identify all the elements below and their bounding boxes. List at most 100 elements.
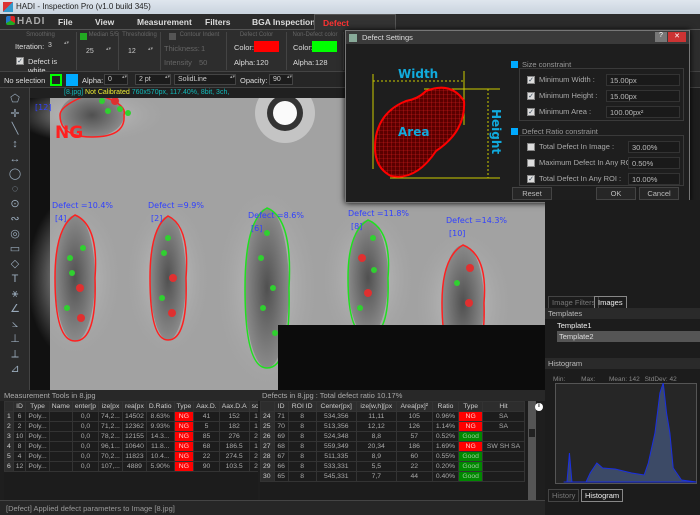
constraint-value-spinner[interactable]: 30.00% bbox=[628, 141, 680, 153]
table-row[interactable]: 27 68 8 559,349 20,34 186 1.69% NG SW SH SA bbox=[260, 441, 525, 452]
vertical-measure-icon[interactable]: ↕ bbox=[8, 137, 22, 151]
column-header[interactable]: Type bbox=[458, 401, 483, 412]
arc-tool-icon[interactable]: ∾ bbox=[8, 212, 22, 226]
point-tool-icon[interactable]: ✛ bbox=[8, 107, 22, 121]
tab-history[interactable]: History bbox=[548, 489, 580, 502]
angle-tool-icon[interactable]: ∠ bbox=[8, 302, 22, 316]
rectangle-tool-icon[interactable]: ▭ bbox=[8, 242, 22, 256]
defect-alpha-spinner[interactable]: 120 bbox=[256, 58, 269, 67]
median-spinner[interactable]: 25 bbox=[83, 46, 111, 58]
alpha-spinner[interactable]: 0 bbox=[104, 74, 128, 85]
column-header[interactable]: ize[px bbox=[98, 401, 123, 412]
table-row[interactable]: 3 10 Poly... 0,0 78,2... 12155 14.3... NG 85 276 2… bbox=[4, 431, 258, 442]
ratio-constraint-toggle[interactable] bbox=[511, 128, 518, 135]
column-header[interactable]: ID bbox=[273, 401, 289, 412]
circle-3pt-icon[interactable]: ◌ bbox=[8, 182, 22, 196]
nondefect-color-swatch[interactable] bbox=[312, 41, 337, 52]
ok-button[interactable]: OK bbox=[596, 187, 636, 200]
size-constraint-toggle[interactable] bbox=[511, 61, 518, 68]
constraint-checkbox[interactable] bbox=[527, 159, 535, 167]
table-row[interactable]: 5 4 Poly... 0,0 70,2... 11823 10.4... NG 22 274.5… bbox=[4, 451, 258, 462]
template-item-selected[interactable]: Template2 bbox=[557, 331, 700, 342]
defect-white-checkbox[interactable]: ✓ bbox=[16, 57, 24, 65]
circle-tool-icon[interactable]: ◯ bbox=[8, 167, 22, 181]
column-header[interactable]: ID bbox=[12, 401, 27, 412]
pad-2[interactable]: Defect =9.9% [2] bbox=[124, 197, 212, 359]
table-row[interactable]: 4 8 Poly... 0,0 96,1... 10640 11.8... NG 68 186.5… bbox=[4, 441, 258, 452]
menu-bga-inspection[interactable]: BGA Inspection bbox=[252, 17, 315, 27]
constraint-value-spinner[interactable]: 0.50% bbox=[628, 157, 680, 169]
angle2-tool-icon[interactable]: ⦣ bbox=[8, 317, 22, 331]
constraint-value-spinner[interactable]: 15.00px bbox=[606, 74, 680, 86]
column-header[interactable]: Area[px]² bbox=[395, 401, 433, 412]
menu-filters[interactable]: Filters bbox=[205, 17, 231, 27]
menu-file[interactable]: File bbox=[58, 17, 73, 27]
column-header[interactable]: ROI ID bbox=[287, 401, 317, 412]
table-row[interactable]: 30 65 8 545,331 7,7 44 0.40% Good bbox=[260, 471, 525, 482]
ruler-tool-icon[interactable]: ⊿ bbox=[8, 362, 22, 376]
threshold-spinner[interactable]: 12 bbox=[125, 46, 153, 58]
caliper-tool-icon[interactable]: ⊥ bbox=[8, 332, 22, 346]
dialog-close-button[interactable]: ✕ bbox=[668, 32, 686, 42]
intensity-spinner[interactable]: 50 bbox=[199, 58, 207, 67]
column-header[interactable] bbox=[260, 401, 275, 412]
nondefect-alpha-spinner[interactable]: 128 bbox=[315, 58, 328, 67]
defect-color-swatch[interactable] bbox=[254, 41, 279, 52]
thickness-spinner[interactable]: 1 bbox=[201, 44, 205, 53]
tab-histogram[interactable]: Histogram bbox=[581, 489, 624, 502]
circle-center-icon[interactable]: ⊙ bbox=[8, 197, 22, 211]
polygon-tool-icon[interactable]: ⬠ bbox=[8, 92, 22, 106]
column-header[interactable]: D.Ratio bbox=[145, 401, 175, 412]
rotated-rect-icon[interactable]: ◇ bbox=[8, 257, 22, 271]
constraint-checkbox[interactable]: ✓ bbox=[527, 92, 535, 100]
column-header[interactable]: Ratio bbox=[431, 401, 460, 412]
template-item[interactable]: Template1 bbox=[557, 321, 592, 330]
column-header[interactable]: Center[px] bbox=[315, 401, 357, 412]
table-row[interactable]: 25 70 8 513,356 12,12 126 1.14% NG SA bbox=[260, 421, 525, 432]
text-tool-icon[interactable]: T bbox=[8, 272, 22, 286]
column-header[interactable]: enter[p bbox=[71, 401, 100, 412]
ring-tool-icon[interactable]: ◎ bbox=[8, 227, 22, 241]
column-header[interactable]: Type bbox=[173, 401, 195, 412]
table-row[interactable]: 24 71 8 534,356 11,11 105 0.96% NG SA bbox=[260, 411, 525, 422]
column-header[interactable] bbox=[4, 401, 14, 412]
constraint-value-spinner[interactable]: 100.00px² bbox=[606, 106, 680, 118]
horizontal-measure-icon[interactable]: ↔ bbox=[8, 152, 22, 166]
fill-color-button[interactable] bbox=[66, 74, 78, 86]
column-header[interactable]: Name bbox=[48, 401, 73, 412]
menu-defect-inspection[interactable]: Defect Inspection bbox=[314, 14, 396, 38]
table-row[interactable]: 28 67 8 511,335 8,9 60 0.55% Good bbox=[260, 451, 525, 462]
table-row[interactable]: 22Poly...0,071,2...123629.93%NG51821.43% bbox=[4, 421, 258, 432]
constraint-value-spinner[interactable]: 10.00% bbox=[628, 173, 680, 185]
cancel-button[interactable]: Cancel bbox=[639, 187, 679, 200]
pad-1[interactable]: Defect =10.4% [4] bbox=[27, 196, 123, 360]
line-style-select[interactable]: SolidLine bbox=[174, 74, 236, 85]
table-row[interactable]: 29 66 8 533,331 5,5 22 0.20% Good bbox=[260, 461, 525, 472]
constraint-value-spinner[interactable]: 15.00px bbox=[606, 90, 680, 102]
constraint-checkbox[interactable] bbox=[527, 143, 535, 151]
distance-tool-icon[interactable]: ⟂ bbox=[8, 347, 22, 361]
menu-measurement[interactable]: Measurement bbox=[137, 17, 192, 27]
stroke-color-button[interactable] bbox=[50, 74, 62, 86]
info-icon[interactable]: i bbox=[535, 403, 543, 411]
magic-wand-icon[interactable]: ⚹ bbox=[8, 287, 22, 301]
constraint-checkbox[interactable]: ✓ bbox=[527, 76, 535, 84]
column-header[interactable]: rea[px bbox=[121, 401, 147, 412]
constraint-checkbox[interactable]: ✓ bbox=[527, 175, 535, 183]
table-row[interactable]: 612Poly... 0,0107,...48895.90%NG90103.52.… bbox=[4, 461, 258, 472]
opacity-spinner[interactable]: 90 bbox=[269, 74, 293, 85]
table-row[interactable]: 16Poly... 0,074,2...145028.63%NG411521.01… bbox=[4, 411, 258, 422]
column-header[interactable]: Hit bbox=[482, 401, 525, 412]
constraint-checkbox[interactable]: ✓ bbox=[527, 108, 535, 116]
help-button[interactable]: ? bbox=[655, 32, 667, 42]
reset-button[interactable]: Reset bbox=[512, 187, 552, 200]
iteration-spinner[interactable]: 3 bbox=[45, 40, 69, 52]
scrollbar-thumb[interactable] bbox=[529, 429, 535, 437]
column-header[interactable]: Type bbox=[25, 401, 50, 412]
defects-scrollbar[interactable] bbox=[528, 401, 536, 500]
column-header[interactable]: Aax.D. bbox=[193, 401, 220, 412]
line-tool-icon[interactable]: ╲ bbox=[8, 122, 22, 136]
column-header[interactable]: Aax.D.A bbox=[218, 401, 250, 412]
column-header[interactable]: sc.D.Ra bbox=[248, 401, 258, 412]
line-width-select[interactable]: 2 pt bbox=[135, 74, 171, 85]
